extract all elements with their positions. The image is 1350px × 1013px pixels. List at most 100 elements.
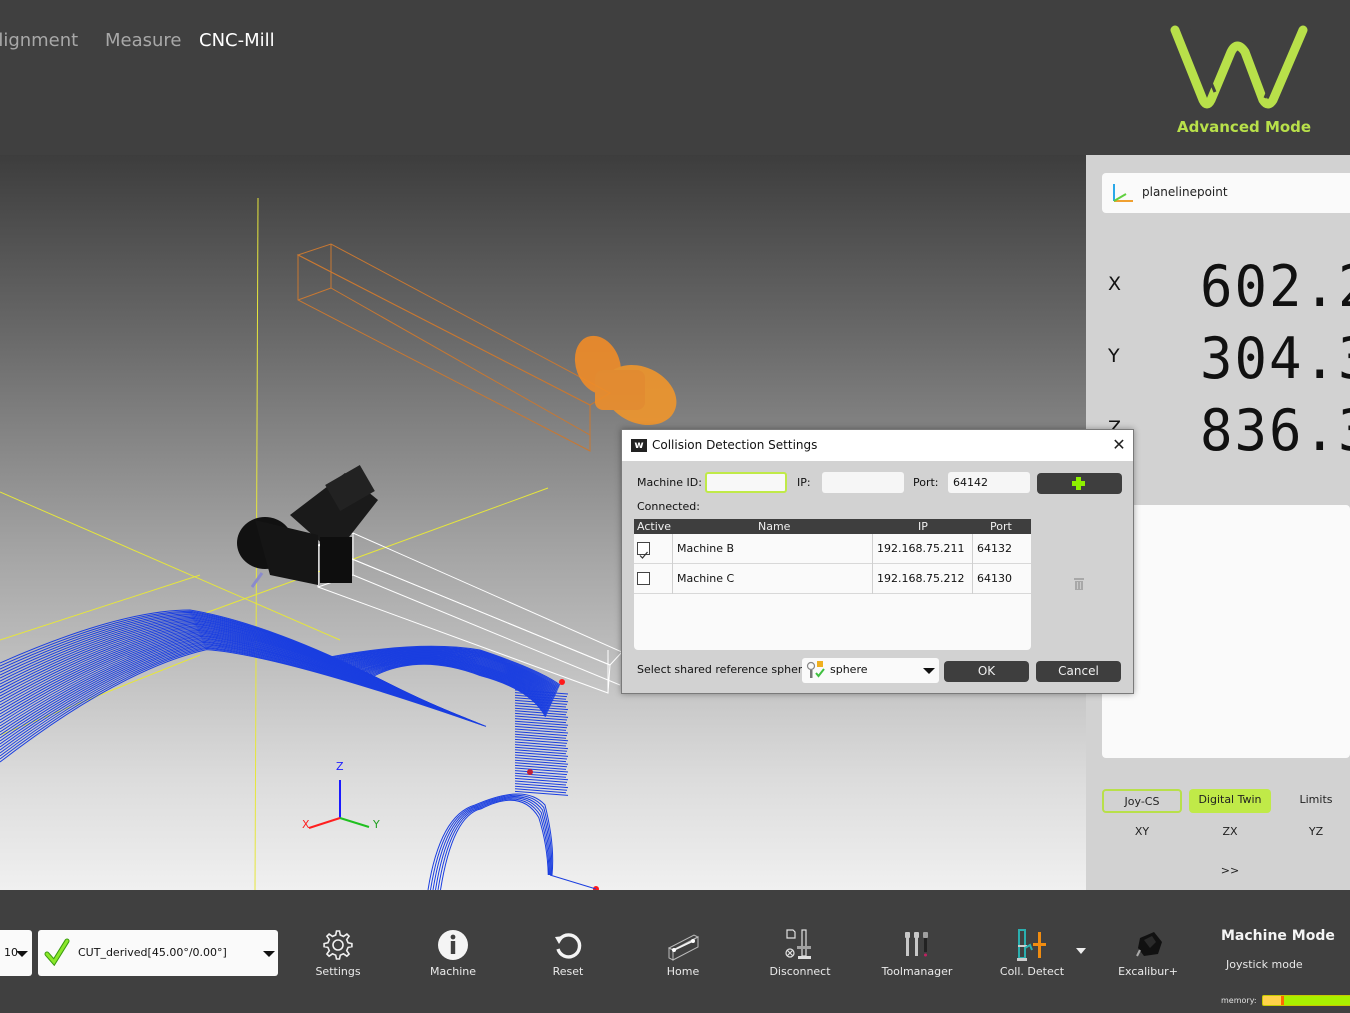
- ok-button[interactable]: OK: [944, 661, 1029, 682]
- dro-value: 304.35: [1200, 325, 1350, 392]
- machine-id-label: Machine ID:: [637, 476, 702, 489]
- dro-axis-label: Y: [1108, 345, 1120, 367]
- memory-bar: [1262, 995, 1350, 1006]
- tools-icon: [905, 932, 928, 957]
- port-input[interactable]: 64142: [948, 472, 1030, 493]
- collision-detect-dropdown-icon[interactable]: [1076, 948, 1086, 954]
- probe-point: [527, 769, 533, 775]
- probe-point: [559, 679, 565, 685]
- column-header-active[interactable]: Active: [637, 519, 671, 534]
- bottom-toolbar: 10 CUT_derived[45.00°/0.00°] Settings Ma…: [0, 890, 1350, 1013]
- gear-icon: [323, 930, 353, 960]
- memory-label: memory:: [1221, 996, 1257, 1005]
- checkmark-icon: [44, 938, 70, 966]
- machine-button[interactable]: Machine: [403, 928, 503, 984]
- home-label: Home: [666, 965, 700, 978]
- cancel-button[interactable]: Cancel: [1036, 661, 1121, 682]
- dialog-title: Collision Detection Settings: [652, 438, 818, 452]
- coordinate-system-label: planelinepoint: [1142, 185, 1228, 199]
- collision-icon: [1017, 929, 1046, 961]
- dro-x: X 602.20: [1086, 253, 1350, 319]
- column-header-name[interactable]: Name: [758, 519, 790, 534]
- toolmanager-button[interactable]: Toolmanager: [867, 928, 967, 984]
- port-label: Port:: [913, 476, 939, 489]
- reset-icon: [555, 933, 582, 959]
- table-row[interactable]: Machine C 192.168.75.212 64130: [634, 564, 1031, 594]
- limits-button[interactable]: Limits: [1276, 789, 1350, 813]
- chevron-down-icon: [923, 668, 935, 674]
- dro-value: 836.30: [1200, 397, 1350, 464]
- orientation-triad: [308, 780, 370, 829]
- tool-select[interactable]: CUT_derived[45.00°/0.00°]: [38, 930, 278, 976]
- app-window: Alignment Measure CNC-Mill Advanced Mode: [0, 0, 1350, 1013]
- small-select[interactable]: 10: [0, 930, 32, 976]
- dro-y: Y 304.35: [1086, 325, 1350, 391]
- top-bar: Alignment Measure CNC-Mill Advanced Mode: [0, 0, 1350, 155]
- column-header-ip[interactable]: IP: [918, 519, 928, 534]
- close-icon[interactable]: ✕: [1110, 435, 1128, 455]
- triad-y-label: Y: [373, 818, 380, 831]
- joy-cs-button[interactable]: Joy-CS: [1102, 789, 1182, 813]
- tool-select-value: CUT_derived[45.00°/0.00°]: [78, 946, 227, 959]
- machine-name-cell: Machine B: [673, 534, 873, 564]
- dro-value: 602.20: [1200, 253, 1350, 320]
- tab-measure[interactable]: Measure: [105, 30, 182, 51]
- machine-label: Machine: [429, 965, 477, 978]
- machine-port-cell: 64130: [977, 572, 1012, 585]
- zx-button[interactable]: ZX: [1189, 825, 1271, 838]
- settings-label: Settings: [315, 965, 361, 978]
- home-icon: [667, 934, 699, 961]
- table-row[interactable]: Machine B 192.168.75.211 64132: [634, 534, 1031, 564]
- reset-button[interactable]: Reset: [518, 928, 618, 984]
- info-icon: [438, 930, 468, 960]
- more-button[interactable]: >>: [1189, 864, 1271, 877]
- triad-x-label: X: [302, 818, 310, 831]
- chevron-down-icon: [16, 951, 28, 957]
- brand-logo-icon: [1170, 25, 1308, 109]
- probe-icon: [1136, 932, 1162, 957]
- toolmanager-label: Toolmanager: [881, 965, 953, 978]
- machine-port-cell: 64132: [977, 542, 1012, 555]
- yz-button[interactable]: YZ: [1276, 825, 1350, 838]
- machine-head: [237, 465, 378, 588]
- disconnect-button[interactable]: Disconnect: [750, 928, 850, 984]
- info-area: [1102, 505, 1350, 758]
- machine-name-cell: Machine C: [673, 564, 873, 594]
- reference-sphere-select[interactable]: sphere: [802, 658, 939, 683]
- collision-detection-dialog: w Collision Detection Settings ✕ Machine…: [621, 429, 1134, 694]
- tab-alignment[interactable]: Alignment: [0, 30, 78, 51]
- trash-icon[interactable]: [1074, 578, 1084, 590]
- connected-label: Connected:: [637, 500, 700, 513]
- excalibur-button[interactable]: Excalibur+: [1098, 928, 1198, 984]
- disconnect-label: Disconnect: [769, 965, 831, 978]
- collision-detect-button[interactable]: Coll. Detect: [982, 928, 1082, 984]
- collision-detect-label: Coll. Detect: [999, 965, 1065, 978]
- settings-button[interactable]: Settings: [288, 928, 388, 984]
- memory-bar-fill: [1263, 996, 1281, 1005]
- dialog-titlebar[interactable]: w Collision Detection Settings ✕: [622, 430, 1133, 461]
- coordinate-system-select[interactable]: planelinepoint: [1102, 173, 1350, 213]
- machine-id-input[interactable]: [705, 472, 787, 493]
- machine-ip-cell: 192.168.75.212: [873, 564, 973, 594]
- machine-ip-cell: 192.168.75.211: [873, 534, 973, 564]
- home-button[interactable]: Home: [633, 928, 733, 984]
- machine-mode-value: Joystick mode: [1226, 958, 1303, 971]
- disconnect-icon: [785, 929, 811, 959]
- add-machine-button[interactable]: [1037, 473, 1122, 494]
- coordinate-system-icon: [1113, 184, 1133, 202]
- sphere-icon: [806, 661, 825, 678]
- active-checkbox[interactable]: [637, 572, 650, 585]
- active-checkbox[interactable]: [637, 542, 650, 559]
- ghost-tool-wireframe: [296, 243, 612, 452]
- xy-button[interactable]: XY: [1102, 825, 1182, 838]
- column-header-port[interactable]: Port: [990, 519, 1012, 534]
- triad-z-label: Z: [336, 760, 344, 773]
- dro-axis-label: X: [1108, 273, 1122, 295]
- tab-cnc-mill[interactable]: CNC-Mill: [199, 30, 275, 51]
- table-header: Active Name IP Port: [634, 519, 1031, 534]
- ip-input[interactable]: [822, 472, 904, 493]
- toolpath: [0, 609, 569, 890]
- digital-twin-button[interactable]: Digital Twin: [1189, 789, 1271, 813]
- machine-mode-title: Machine Mode: [1221, 928, 1335, 944]
- mode-label: Advanced Mode: [1177, 118, 1312, 136]
